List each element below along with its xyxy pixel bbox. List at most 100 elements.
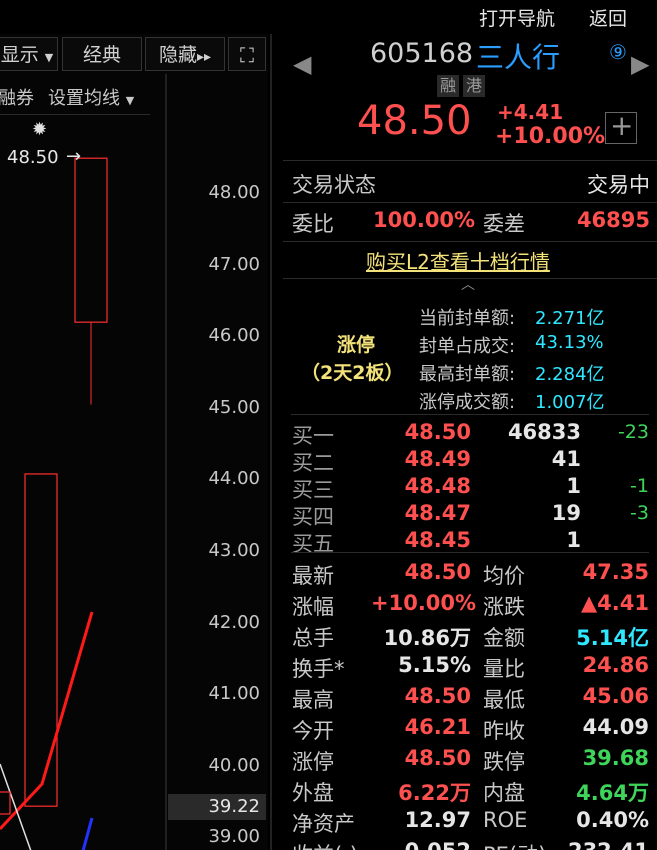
stat-label: 最高 <box>292 688 334 712</box>
set-ma-dropdown[interactable]: 设置均线 ▼ <box>48 84 134 110</box>
stat-label: 外盘 <box>292 781 334 805</box>
classic-button[interactable]: 经典 <box>62 37 142 71</box>
stock-code: 605168 <box>370 38 474 69</box>
hide-label: 隐藏 <box>158 44 197 66</box>
stat-value: 10.86万 <box>383 626 471 650</box>
stat-value: 0.052 <box>371 839 471 850</box>
chart-toolbar: 显示 ▼ 经典 隐藏▸▸ ⛶ <box>0 37 268 73</box>
stock-name: 三人行 <box>476 41 561 74</box>
kline-chart-panel[interactable]: 显示 ▼ 经典 隐藏▸▸ ⛶ 融券 设置均线 ▼ ✹ 48.50 → 48.00… <box>0 34 268 850</box>
stat-label: 换手* <box>292 657 345 681</box>
bid-level-label: 买四 <box>292 505 334 529</box>
caret-down-icon: ▼ <box>44 51 54 64</box>
current-price-value: 39.22 <box>208 796 260 817</box>
y-tick-label: 43.00 <box>208 540 260 561</box>
limit-detail-value: 2.284亿 <box>535 364 605 385</box>
stat-label: 收益(-) <box>292 839 358 850</box>
bid-level-label: 买三 <box>292 478 334 502</box>
short-sell-label: 融券 <box>0 88 34 109</box>
bid-volume: 41 <box>551 447 581 471</box>
stat-label: 最新 <box>292 564 334 588</box>
stock-index-badge[interactable]: ⑨ <box>609 40 627 64</box>
y-tick-label: 44.00 <box>208 468 260 490</box>
stat-label: 净资产 <box>292 812 355 836</box>
stat-value: 48.50 <box>404 684 471 708</box>
bid-ratio-value: 100.00% <box>373 208 476 232</box>
ma-line-white <box>0 763 32 850</box>
expand-icon: ⛶ <box>240 43 254 67</box>
bid-ratio-label: 委比 <box>292 212 334 236</box>
prev-stock-arrow-icon[interactable]: ◀ <box>293 50 311 78</box>
limit-detail-label: 最高封单额: <box>419 364 516 385</box>
limit-detail-value: 1.007亿 <box>535 392 605 413</box>
bid-volume-change: -23 <box>617 421 649 443</box>
trade-status-value: 交易中 <box>587 173 650 197</box>
margin-tag: 融 <box>437 75 459 97</box>
bid-volume: 1 <box>566 528 581 552</box>
stat-value: 39.68 <box>582 746 649 770</box>
stat-label: PE(动) <box>483 839 546 850</box>
stat-label: ROE <box>483 808 528 832</box>
stat-label: 跌停 <box>483 750 525 774</box>
bid-price: 48.47 <box>404 501 471 525</box>
stat-label: 均价 <box>483 564 525 588</box>
next-stock-arrow-icon[interactable]: ▶ <box>631 50 649 78</box>
stat-label: 涨跌 <box>483 595 525 619</box>
bid-level-label: 买二 <box>292 451 334 475</box>
bid-volume: 19 <box>551 501 581 525</box>
display-label: 显示 <box>0 44 39 66</box>
stat-value: 24.86 <box>582 653 649 677</box>
stat-value: 44.09 <box>582 715 649 739</box>
stat-label: 涨幅 <box>292 595 334 619</box>
hide-button[interactable]: 隐藏▸▸ <box>145 37 225 71</box>
back-link[interactable]: 返回 <box>589 4 627 31</box>
bid-volume: 46833 <box>507 420 581 444</box>
y-tick-label: 41.00 <box>208 683 260 705</box>
stat-label: 内盘 <box>483 781 525 805</box>
candle-body <box>24 473 58 807</box>
stat-label: 最低 <box>483 688 525 712</box>
quote-panel: ◀ 605168 三人行 ⑨ ▶ 融 港 48.50 +4.41 +10.00%… <box>283 34 657 850</box>
stat-label: 昨收 <box>483 719 525 743</box>
y-tick-label: 48.00 <box>208 182 260 203</box>
expand-button[interactable]: ⛶ <box>228 37 266 71</box>
stat-value: 45.06 <box>582 684 649 708</box>
open-navigation-link[interactable]: 打开导航 <box>479 4 555 31</box>
divider <box>283 202 657 203</box>
stat-value: +10.00% <box>371 591 477 615</box>
bid-price: 48.48 <box>404 474 471 498</box>
bid-volume-change: -1 <box>630 475 649 497</box>
trade-status-label: 交易状态 <box>292 173 376 197</box>
chart-subbar: 融券 设置均线 ▼ <box>0 80 150 115</box>
bid-diff-value: 46895 <box>576 208 650 232</box>
y-tick-label: 40.00 <box>208 754 260 776</box>
caret-down-icon: ▼ <box>125 94 135 107</box>
limit-detail-value: 43.13% <box>535 332 604 353</box>
stat-value: 46.21 <box>404 715 471 739</box>
stat-value: 6.22万 <box>398 781 471 805</box>
ma-line-red <box>0 611 94 831</box>
limit-up-title: 涨停 <box>337 334 376 356</box>
divider <box>283 160 657 161</box>
collapse-caret-icon[interactable]: ︿ <box>461 274 475 294</box>
bid-diff-label: 委差 <box>483 212 525 236</box>
add-watchlist-button[interactable]: + <box>605 109 637 144</box>
limit-detail-label: 涨停成交额: <box>419 392 516 413</box>
stat-value: 0.40% <box>576 808 649 832</box>
plus-icon: + <box>610 109 634 142</box>
y-tick-label: 39.00 <box>208 826 260 848</box>
stat-label: 量比 <box>483 657 525 681</box>
display-dropdown[interactable]: 显示 ▼ <box>0 37 58 71</box>
bid-volume: 1 <box>566 474 581 498</box>
stat-label: 今开 <box>292 719 334 743</box>
arrow-right-icon: → <box>66 146 82 167</box>
candle-body-partial <box>0 791 11 815</box>
limit-up-streak: （2天2板） <box>301 362 404 384</box>
buy-l2-link[interactable]: 购买L2查看十档行情 <box>366 246 550 275</box>
y-tick-label: 46.00 <box>208 325 260 347</box>
stat-label: 金额 <box>483 626 525 650</box>
bid-level-label: 买五 <box>292 532 334 556</box>
limit-detail-label: 封单占成交: <box>419 336 516 357</box>
divider <box>291 414 649 415</box>
panel-divider[interactable] <box>270 34 272 850</box>
